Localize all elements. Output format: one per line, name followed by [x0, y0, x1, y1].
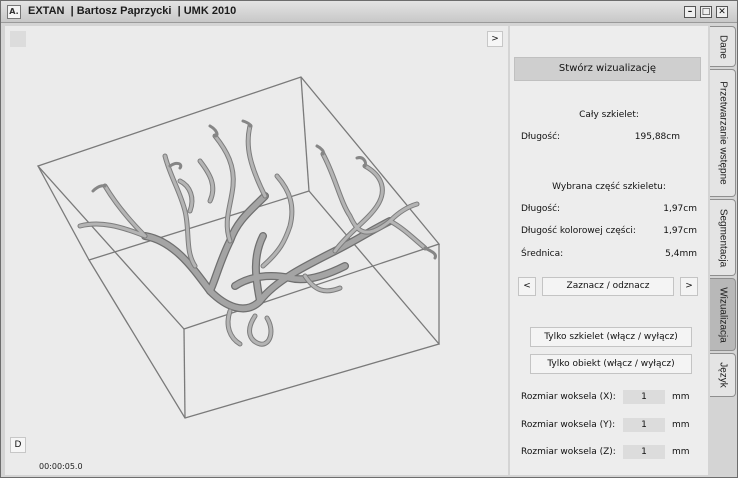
tab-language[interactable]: Język — [710, 353, 736, 397]
window-title: EXTAN | Bartosz Paprzycki | UMK 2010 — [28, 5, 237, 17]
previous-segment-button[interactable]: < — [518, 277, 536, 296]
voxel-z-input[interactable]: 1 — [623, 445, 665, 459]
tab-label: Segmentacja — [717, 208, 728, 267]
viewport-expand-button[interactable]: > — [487, 31, 503, 47]
voxel-y-label: Rozmiar woksela (Y): — [521, 420, 616, 430]
create-visualization-button[interactable]: Stwórz wizualizację — [514, 57, 701, 81]
voxel-y-unit: mm — [672, 420, 690, 430]
maximize-button[interactable]: □ — [700, 6, 712, 18]
toggle-select-button[interactable]: Zaznacz / odznacz — [542, 277, 674, 296]
tab-label: Język — [717, 362, 728, 388]
minimize-button[interactable]: – — [684, 6, 696, 18]
whole-length-label: Długość: — [521, 132, 561, 142]
tab-label: Dane — [717, 34, 728, 59]
tab-preprocessing[interactable]: Przetwarzanie wstępne — [710, 69, 736, 197]
tab-segmentation[interactable]: Segmentacja — [710, 199, 736, 276]
visualization-panel: Stwórz wizualizację Cały szkielet: Długo… — [510, 26, 708, 475]
vessel-visualization[interactable] — [5, 26, 508, 475]
whole-skeleton-heading: Cały szkielet: — [579, 110, 639, 120]
viewport-d-button[interactable]: D — [10, 437, 26, 453]
object-only-toggle-button[interactable]: Tylko obiekt (włącz / wyłącz) — [530, 354, 692, 374]
voxel-z-label: Rozmiar woksela (Z): — [521, 447, 616, 457]
diameter-value: 5,4mm — [665, 249, 697, 259]
skeleton-only-toggle-button[interactable]: Tylko szkielet (włącz / wyłącz) — [530, 327, 692, 347]
colored-length-label: Długość kolorowej części: — [521, 226, 636, 236]
voxel-x-input[interactable]: 1 — [623, 390, 665, 404]
tab-visualization[interactable]: Wizualizacja — [710, 278, 736, 351]
3d-viewport[interactable]: > D 00:00:05.0 — [5, 26, 508, 475]
selected-length-label: Długość: — [521, 204, 561, 214]
bounding-box — [36, 76, 441, 419]
voxel-z-unit: mm — [672, 447, 690, 457]
box-edge — [37, 165, 90, 261]
voxel-y-input[interactable]: 1 — [623, 418, 665, 432]
colored-length-value: 1,97cm — [663, 226, 697, 236]
tab-label: Wizualizacja — [717, 286, 728, 343]
box-edge — [183, 328, 186, 419]
viewport-corner-handle[interactable] — [10, 31, 26, 47]
title-bar[interactable]: A. EXTAN | Bartosz Paprzycki | UMK 2010 … — [1, 1, 737, 23]
selected-length-value: 1,97cm — [663, 204, 697, 214]
diameter-label: Średnica: — [521, 249, 564, 259]
selected-part-heading: Wybrana część szkieletu: — [552, 182, 666, 192]
app-window: A. EXTAN | Bartosz Paprzycki | UMK 2010 … — [0, 0, 738, 478]
side-tab-strip: Dane Przetwarzanie wstępne Segmentacja W… — [710, 26, 737, 477]
box-edge — [300, 76, 310, 192]
vessel-tree — [77, 119, 437, 347]
next-segment-button[interactable]: > — [680, 277, 698, 296]
close-button[interactable]: ✕ — [716, 6, 728, 18]
tab-label: Przetwarzanie wstępne — [717, 81, 728, 185]
whole-length-value: 195,88cm — [634, 132, 680, 142]
app-icon: A. — [7, 5, 21, 19]
voxel-x-unit: mm — [672, 392, 690, 402]
render-timer: 00:00:05.0 — [39, 462, 83, 471]
tab-dane[interactable]: Dane — [710, 26, 736, 67]
voxel-x-label: Rozmiar woksela (X): — [521, 392, 616, 402]
